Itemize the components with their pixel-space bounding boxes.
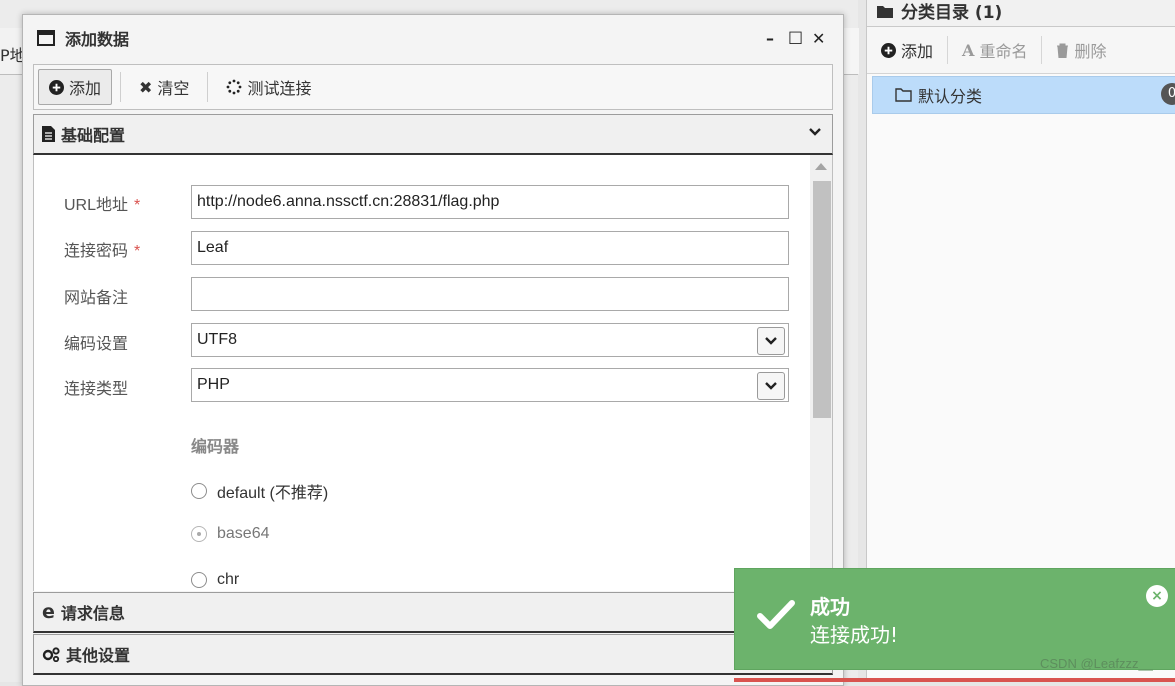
encoder-title: 编码器 [191,437,240,456]
section-other-label-wrap: 其他设置 [42,642,130,666]
background-strip [842,28,859,74]
spinner-icon [227,79,242,95]
x-icon: ✖ [139,77,153,97]
category-item-label: 默认分类 [918,87,983,106]
chevron-down-icon [765,337,777,345]
folder-icon [877,5,893,18]
close-button[interactable]: ✕ [812,29,825,48]
radio-button[interactable] [191,572,207,588]
encoding-label: 编码设置 [64,336,129,353]
category-add-label: 添加 [901,42,934,61]
test-connection-label: 测试连接 [247,79,312,98]
success-toast: 成功 连接成功! × [734,568,1175,670]
encoding-select[interactable]: UTF8 [191,323,789,357]
error-toast-edge [734,678,1175,682]
radio-button-checked[interactable] [191,526,207,542]
add-label: 添加 [69,79,102,98]
trash-icon [1057,43,1069,58]
category-delete-button[interactable]: 删除 [1042,36,1120,64]
basic-config-form: URL地址 * http://node6.anna.nssctf.cn:28831… [33,155,833,591]
category-delete-label: 删除 [1074,42,1107,61]
note-input[interactable] [191,277,789,311]
category-item-label-wrap: 默认分类 [895,83,982,107]
encoder-option-label: base64 [217,525,270,542]
category-panel-header: 分类目录 (1) [867,0,1175,27]
category-panel-title: 分类目录 (1) [877,0,1002,23]
dialog-title-text: 添加数据 [65,30,130,49]
encoder-option-default[interactable]: default (不推荐) [191,479,328,503]
checkmark-icon [757,600,795,629]
gears-icon [42,646,60,662]
encoding-value: UTF8 [197,331,237,348]
clear-label: 清空 [157,79,190,98]
scroll-thumb[interactable] [813,181,831,418]
encoder-option-chr[interactable]: chr [191,571,239,589]
required-marker: * [134,243,141,260]
url-label: URL地址 * [64,191,140,215]
toast-title: 成功 [810,595,850,619]
add-button[interactable]: 添加 [38,69,113,105]
folder-outline-icon [895,88,912,102]
encoder-option-base64[interactable]: base64 [191,525,270,543]
section-basic-label-wrap: 基础配置 [42,122,125,146]
password-label: 连接密码 * [64,237,140,261]
minimize-button[interactable]: – [766,29,774,48]
add-data-dialog: 添加数据 – □ ✕ 添加 ✖ 清空 测试连接 基础配置 URL地址 * htt… [22,14,844,686]
conn-type-label: 连接类型 [64,381,129,398]
watermark: CSDN @Leafzzz__ [1040,656,1153,671]
section-request-info[interactable]: e 请求信息 [33,592,833,633]
dialog-titlebar[interactable]: 添加数据 – □ ✕ [23,15,843,61]
password-label-text: 连接密码 [64,243,129,260]
url-input[interactable]: http://node6.anna.nssctf.cn:28831/flag.p… [191,185,789,219]
category-count-badge: 0 [1161,83,1175,105]
section-basic-config[interactable]: 基础配置 [33,114,833,155]
plus-circle-icon [881,42,896,58]
dialog-toolbar: 添加 ✖ 清空 测试连接 [33,64,833,110]
toolbar-divider [120,72,122,102]
select-arrow[interactable] [757,327,785,355]
category-rename-button[interactable]: A 重命名 [948,36,1041,64]
select-arrow[interactable] [757,372,785,400]
form-scrollbar[interactable] [810,155,832,591]
password-input[interactable]: Leaf [191,231,789,265]
section-request-label: 请求信息 [60,604,125,623]
section-basic-label: 基础配置 [61,126,126,145]
dialog-title: 添加数据 [37,26,129,50]
ie-icon: e [42,601,55,623]
url-label-text: URL地址 [64,197,129,214]
section-other-label: 其他设置 [66,646,131,665]
category-item-default[interactable]: 默认分类 0 [872,76,1175,114]
maximize-button[interactable]: □ [788,27,803,46]
category-toolbar: 添加 A 重命名 删除 [867,27,1175,74]
toast-close-button[interactable]: × [1146,585,1168,607]
encoder-option-label: default (不推荐) [217,485,329,502]
section-other-settings[interactable]: 其他设置 [33,634,833,675]
font-icon: A [962,40,975,60]
section-request-label-wrap: e 请求信息 [42,600,125,624]
category-rename-label: 重命名 [979,42,1028,61]
category-add-button[interactable]: 添加 [867,36,947,64]
test-connection-button[interactable]: 测试连接 [216,70,321,104]
file-text-icon [42,126,55,142]
window-icon [37,30,55,46]
required-marker: * [134,197,141,214]
encoder-option-label: chr [217,571,240,588]
conn-type-select[interactable]: PHP [191,368,789,402]
note-label: 网站备注 [64,290,129,307]
toolbar-divider [207,72,209,102]
clear-button[interactable]: ✖ 清空 [129,70,199,104]
plus-circle-icon [49,79,64,95]
conn-type-value: PHP [197,376,230,393]
scroll-up-arrow[interactable] [815,163,827,170]
category-title-text: 分类目录 (1) [901,3,1003,23]
radio-button[interactable] [191,483,207,499]
chevron-down-icon [765,382,777,390]
toast-message: 连接成功! [810,623,899,647]
chevron-down-icon [809,128,821,136]
